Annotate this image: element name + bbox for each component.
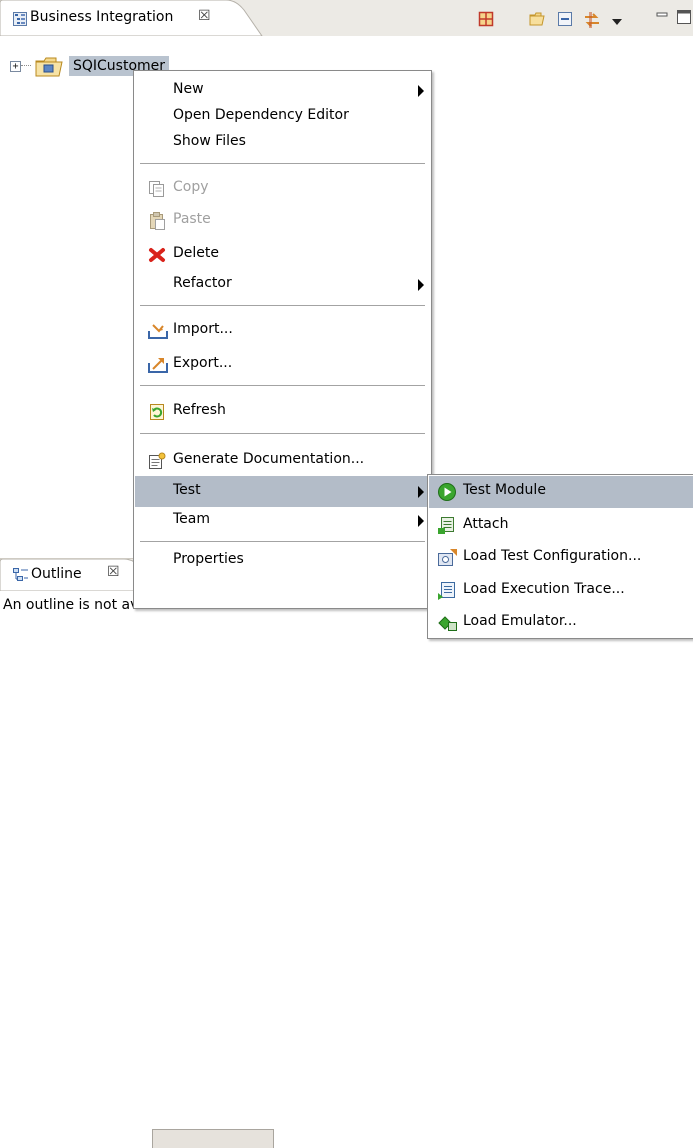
menu-item-label: Paste	[173, 211, 211, 227]
close-icon[interactable]: ☒	[198, 8, 211, 24]
menu-item-label: Export...	[173, 355, 233, 371]
close-icon[interactable]: ☒	[107, 564, 120, 580]
menu-separator	[140, 385, 425, 387]
menu-item-team[interactable]: Team	[135, 505, 430, 536]
menu-item-show-files[interactable]: Show Files	[135, 127, 430, 158]
load-execution-trace-icon	[437, 581, 459, 605]
tab-snippets[interactable]	[152, 1129, 274, 1148]
menu-separator	[140, 433, 425, 435]
submenu-item-label: Load Emulator...	[463, 613, 577, 629]
tab-label: Outline	[31, 566, 82, 582]
tab-label: Business Integration	[30, 9, 174, 25]
menu-item-label: Open Dependency Editor	[173, 107, 349, 123]
run-icon	[437, 482, 457, 506]
submenu-arrow-icon	[418, 279, 424, 291]
tree-expand-toggle[interactable]: +	[10, 61, 21, 72]
menu-item-label: New	[173, 81, 204, 97]
menu-item-label: Team	[173, 511, 211, 527]
menu-item-import[interactable]: Import...	[135, 315, 430, 346]
delete-icon	[147, 245, 167, 269]
submenu-item-label: Attach	[463, 516, 509, 532]
submenu-item-load-test-configuration[interactable]: Load Test Configuration...	[429, 542, 693, 574]
menu-item-label: Refresh	[173, 402, 226, 418]
load-emulator-icon	[437, 613, 459, 637]
menu-item-label: Test	[173, 482, 201, 498]
submenu-item-load-emulator[interactable]: Load Emulator...	[429, 607, 693, 639]
submenu-item-load-execution-trace[interactable]: Load Execution Trace...	[429, 575, 693, 607]
submenu-item-label: Test Module	[463, 482, 546, 498]
maximize-icon[interactable]	[676, 9, 693, 29]
menu-item-test[interactable]: Test	[135, 476, 430, 507]
tab-business-integration[interactable]: Business Integration ☒	[0, 0, 268, 36]
refresh-icon	[147, 402, 167, 426]
menu-separator	[140, 163, 425, 165]
business-integration-icon	[13, 12, 27, 30]
business-integration-tabbar: Business Integration ☒	[0, 0, 693, 36]
submenu-item-label: Load Test Configuration...	[463, 548, 642, 564]
collapse-icon[interactable]	[557, 11, 573, 31]
menu-item-export[interactable]: Export...	[135, 349, 430, 380]
submenu-item-attach[interactable]: Attach	[429, 510, 693, 542]
menu-item-label: Copy	[173, 179, 209, 195]
link-with-editor-icon[interactable]	[583, 11, 601, 33]
submenu-arrow-icon	[418, 515, 424, 527]
minimize-icon[interactable]	[656, 9, 668, 25]
menu-item-generate-documentation[interactable]: Generate Documentation...	[135, 445, 430, 476]
tree-connector	[21, 65, 31, 66]
copy-icon	[147, 179, 167, 203]
menu-item-label: Properties	[173, 551, 244, 567]
menu-item-refresh[interactable]: Refresh	[135, 396, 430, 427]
submenu-arrow-icon	[418, 85, 424, 97]
attach-icon	[437, 516, 459, 540]
submenu-item-label: Load Execution Trace...	[463, 581, 625, 597]
menu-item-label: Show Files	[173, 133, 246, 149]
grid-icon[interactable]	[478, 11, 494, 31]
menu-separator	[140, 541, 425, 543]
view-menu-icon[interactable]	[612, 14, 622, 30]
submenu-item-test-module[interactable]: Test Module	[429, 476, 693, 508]
load-test-configuration-icon	[437, 548, 459, 572]
menu-item-copy[interactable]: Copy	[135, 173, 430, 204]
menu-separator	[140, 305, 425, 307]
project-folder-icon	[32, 54, 66, 82]
context-menu: New Open Dependency Editor Show Files Co…	[133, 70, 432, 609]
export-icon	[147, 355, 171, 379]
outline-icon	[13, 568, 29, 586]
menu-item-label: Delete	[173, 245, 219, 261]
menu-item-label: Refactor	[173, 275, 232, 291]
import-icon	[147, 321, 171, 345]
menu-item-delete[interactable]: Delete	[135, 239, 430, 270]
open-folder-icon[interactable]	[529, 11, 547, 31]
menu-item-paste[interactable]: Paste	[135, 205, 430, 236]
submenu-arrow-icon	[418, 486, 424, 498]
menu-item-label: Import...	[173, 321, 233, 337]
generate-documentation-icon	[147, 451, 167, 475]
menu-item-properties[interactable]: Properties	[135, 545, 430, 576]
menu-item-refactor[interactable]: Refactor	[135, 269, 430, 300]
test-submenu: Test Module Attach Load Test Configurati…	[427, 474, 693, 639]
paste-icon	[147, 211, 167, 235]
menu-item-label: Generate Documentation...	[173, 451, 365, 467]
